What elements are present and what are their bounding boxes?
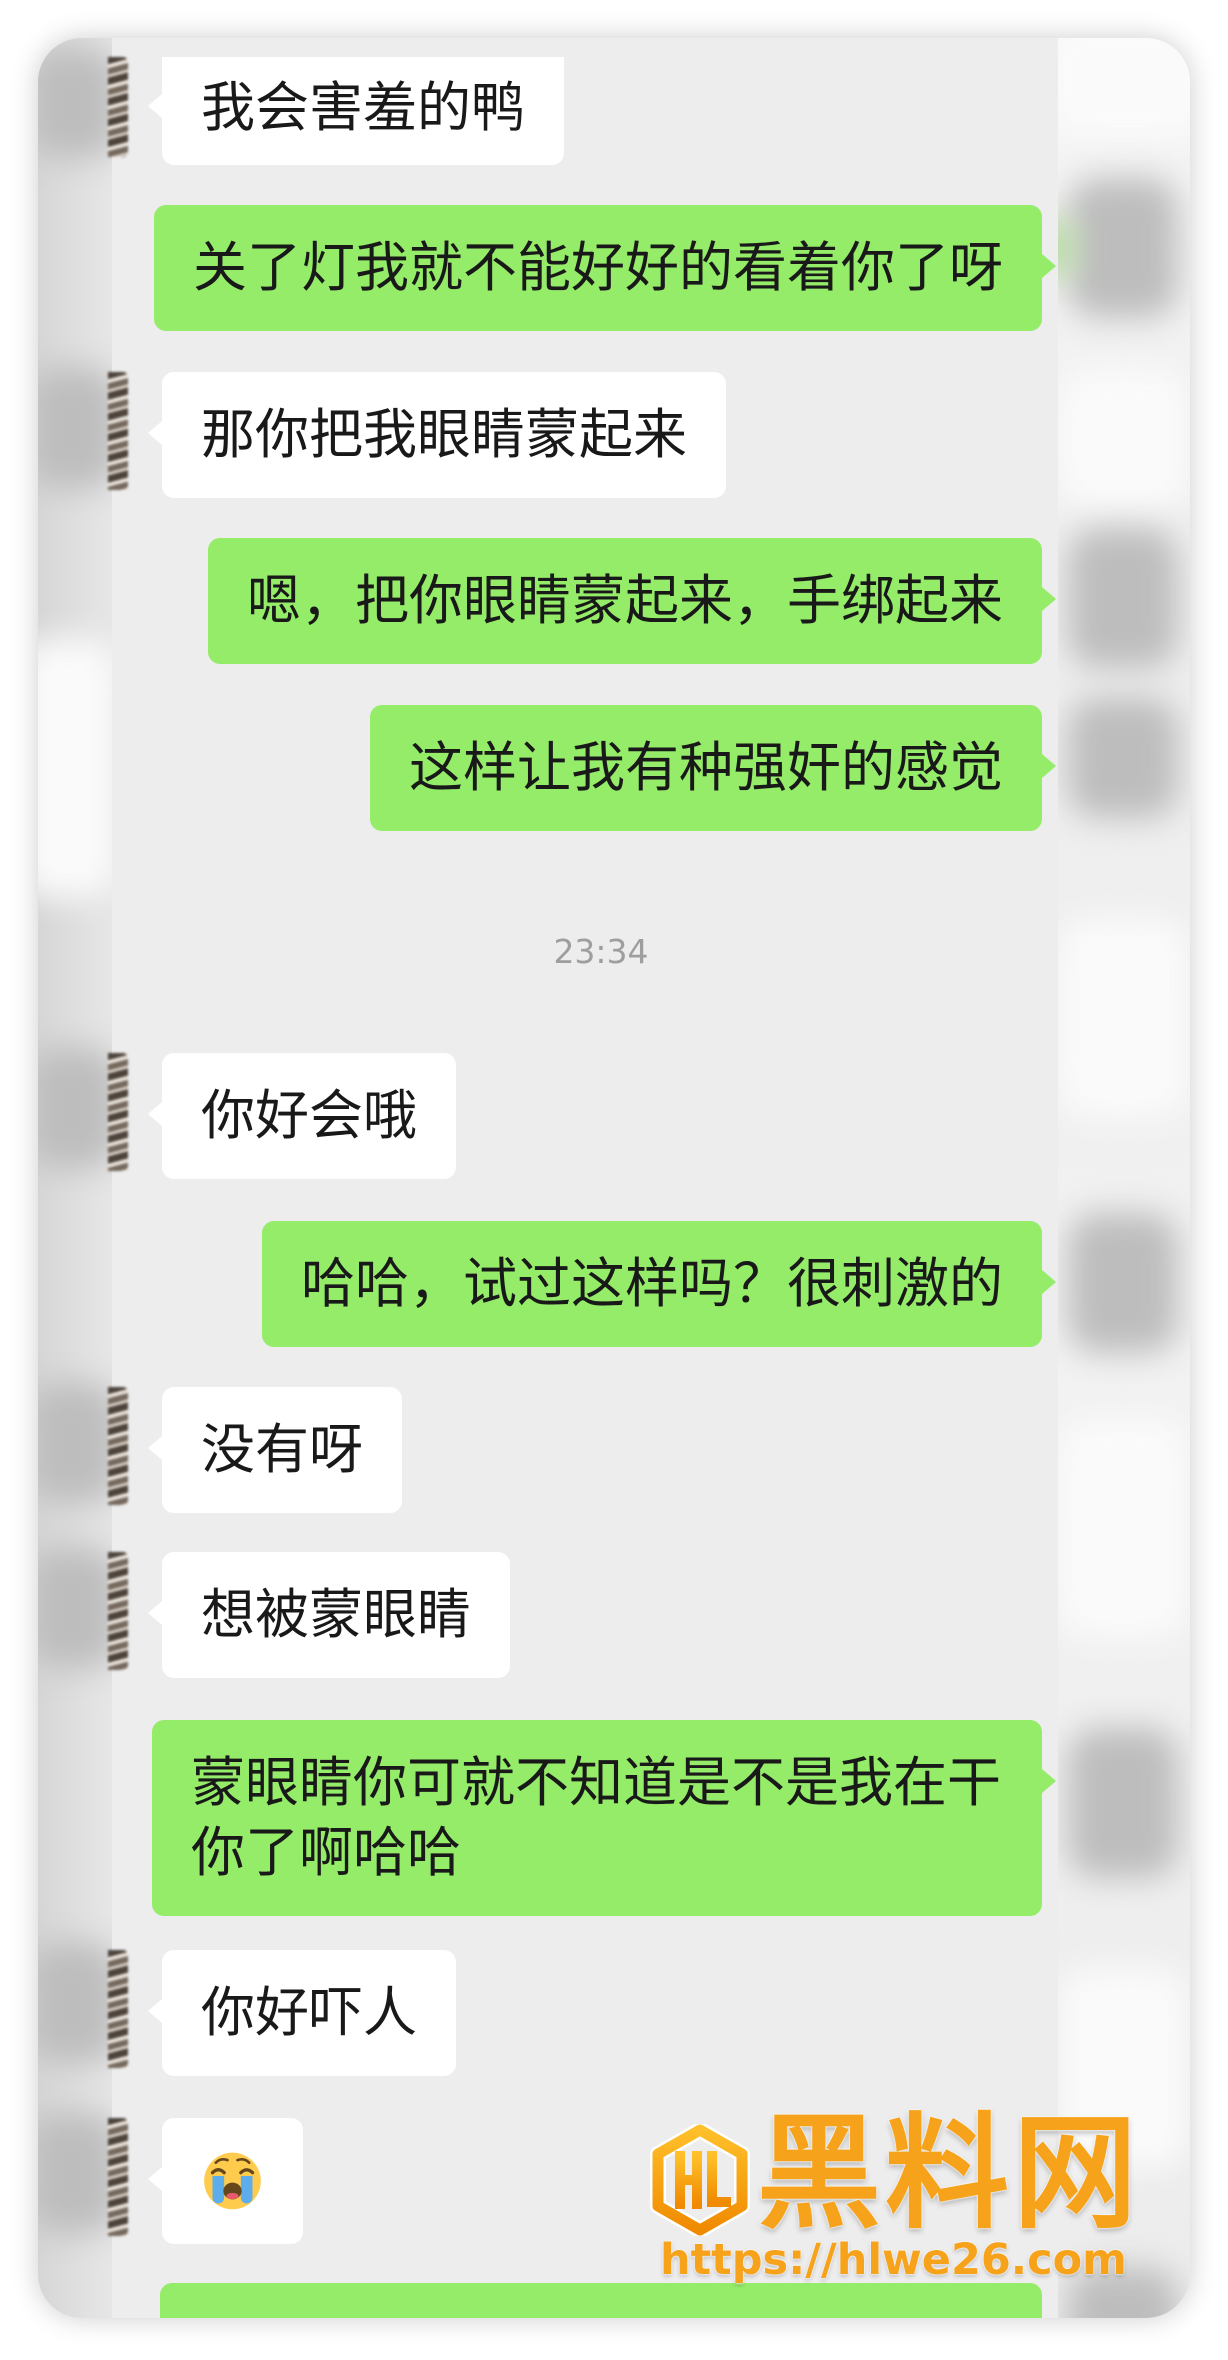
blurred-avatar (38, 1548, 112, 1668)
blurred-region (1058, 918, 1188, 1118)
message-bubble-outgoing[interactable]: 哈哈，试过这样吗？很刺激的 (262, 1221, 1056, 1347)
watermark-url: https://hlwe26.com (660, 2235, 1127, 2285)
watermark-brand: 黑料网 (757, 2102, 1142, 2246)
message-text: 没有呀 (201, 1418, 363, 1481)
loudly-crying-face-icon (201, 2152, 264, 2224)
message-bubble-incoming[interactable]: 你好会哦 (148, 1053, 456, 1179)
redacted-left-margin (38, 38, 112, 2318)
message-text: 哈哈，试过这样吗？很刺激的 (301, 1252, 1003, 1315)
blurred-avatar (1068, 698, 1178, 818)
message-text: 嗯，把你眼睛蒙起来，手绑起来 (247, 569, 1003, 632)
redacted-right-margin (1058, 38, 1190, 2318)
message-text: 这样让我有种强奸的感觉 (409, 736, 1003, 799)
message-text: 想被蒙眼睛 (201, 1583, 471, 1646)
chat-window: 我会害羞的鸭 关了灯我就不能好好的看着你了呀 那你把我眼睛蒙起来 嗯，把你眼睛蒙… (38, 38, 1190, 2318)
message-text: 你好吓人 (201, 1981, 417, 2044)
message-bubble-outgoing[interactable]: 这样让我有种强奸的感觉 (370, 705, 1056, 831)
blurred-region (1058, 368, 1188, 508)
blurred-avatar (38, 1383, 112, 1503)
blurred-avatar (1068, 1213, 1178, 1353)
contact-avatar[interactable] (108, 1950, 128, 2068)
contact-avatar[interactable] (108, 2118, 128, 2236)
message-bubble-outgoing[interactable]: 嗯，把你眼睛蒙起来，手绑起来 (208, 538, 1056, 664)
message-bubble-incoming[interactable]: 没有呀 (148, 1387, 402, 1513)
blurred-region (1058, 1418, 1188, 1638)
blurred-avatar (38, 1048, 112, 1168)
message-text: 那你把我眼睛蒙起来 (201, 403, 687, 466)
message-bubble-incoming[interactable]: 你好吓人 (148, 1950, 456, 2076)
blurred-avatar (1068, 528, 1178, 668)
message-bubble-outgoing[interactable]: 关了灯我就不能好好的看着你了呀 (154, 205, 1056, 331)
message-text: 蒙眼睛你可就不知道是不是我在干你了啊哈哈 (191, 1751, 1001, 1884)
contact-avatar[interactable] (108, 1552, 128, 1670)
blurred-avatar (38, 368, 112, 488)
blurred-avatar (38, 1943, 112, 2063)
chat-timestamp: 23:34 (553, 932, 649, 971)
message-text: 你好会哦 (201, 1084, 417, 1147)
contact-avatar[interactable] (108, 372, 128, 490)
contact-avatar[interactable] (108, 57, 128, 157)
message-bubble-outgoing[interactable] (160, 2283, 1042, 2318)
message-bubble-incoming[interactable]: 那你把我眼睛蒙起来 (148, 372, 726, 498)
message-text: 我会害羞的鸭 (201, 76, 525, 139)
message-bubble-incoming[interactable]: 想被蒙眼睛 (148, 1552, 510, 1678)
contact-avatar[interactable] (108, 1053, 128, 1171)
blurred-avatar (1068, 178, 1178, 318)
message-text: 关了灯我就不能好好的看着你了呀 (193, 236, 1003, 299)
message-bubble-outgoing[interactable]: 蒙眼睛你可就不知道是不是我在干你了啊哈哈 (152, 1720, 1056, 1916)
hl-shield-logo-icon (650, 2122, 750, 2238)
blurred-avatar (38, 2113, 112, 2233)
contact-avatar[interactable] (108, 1387, 128, 1505)
blurred-avatar (1068, 1728, 1178, 1878)
blurred-region (38, 638, 112, 898)
message-bubble-incoming[interactable] (148, 2118, 303, 2244)
blurred-avatar (38, 48, 112, 158)
message-bubble-incoming[interactable]: 我会害羞的鸭 (148, 57, 564, 165)
blurred-region (1058, 38, 1190, 138)
